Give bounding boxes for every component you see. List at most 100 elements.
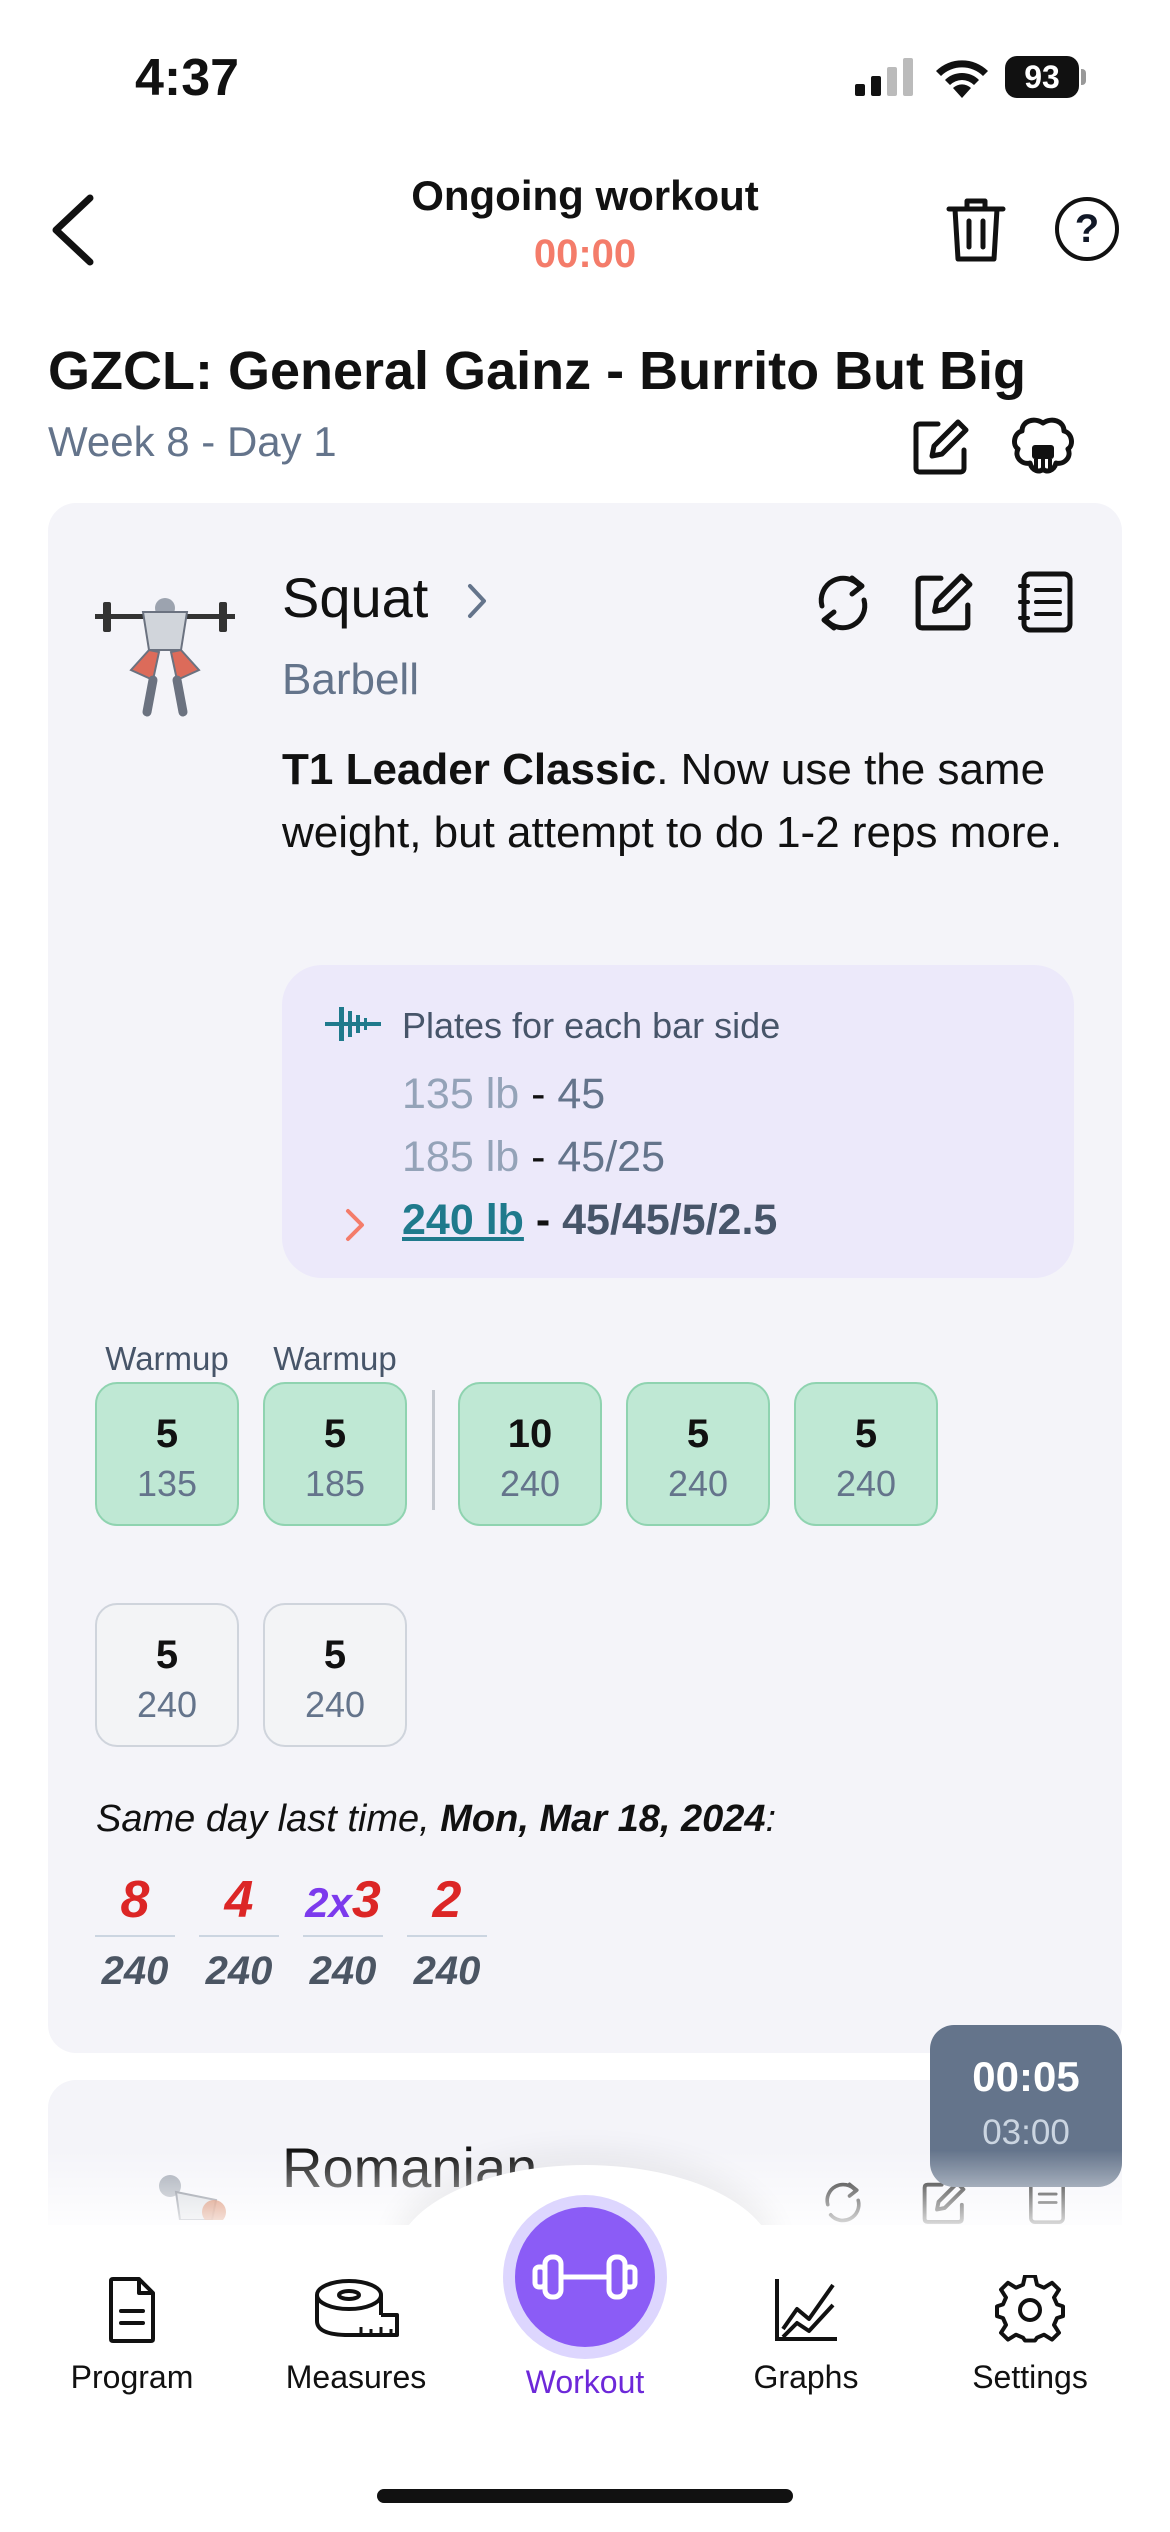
barbell-plates-icon [325, 1007, 381, 1041]
exercise-name[interactable]: Squat [282, 565, 428, 630]
history-reps: 2 [407, 1865, 487, 1935]
plate-weight-link[interactable]: 240 lb [402, 1196, 524, 1244]
plates-title: Plates for each bar side [402, 1005, 781, 1046]
set-reps: 5 [155, 1633, 179, 1677]
warmup-divider [432, 1390, 435, 1510]
squat-thumbnail [95, 598, 235, 717]
history-reps-value: 8 [120, 1871, 150, 1929]
gear-icon [995, 2275, 1065, 2343]
history-divider [95, 1935, 175, 1937]
history-reps-value: 4 [224, 1871, 254, 1929]
history-set: 4 240 [199, 1865, 279, 1994]
trash-icon[interactable] [945, 195, 1007, 265]
history-divider [303, 1935, 383, 1937]
plate-combo: 45/45/5/2.5 [562, 1196, 778, 1244]
brain-icon[interactable] [1010, 415, 1076, 481]
line-chart-icon [775, 2279, 837, 2341]
dumbbell-icon [532, 2254, 638, 2300]
set-button-1[interactable]: 10 240 [458, 1382, 602, 1526]
set-reps: 5 [854, 1412, 878, 1456]
history-reps: 2x3 [303, 1865, 383, 1935]
exercise-description: T1 Leader Classic. Now use the same weig… [282, 738, 1082, 864]
status-bar: 4:37 93 [0, 0, 1170, 150]
swap-exercise-icon[interactable] [812, 572, 874, 634]
set-weight: 185 [304, 1463, 366, 1504]
history-reps-value: 2 [432, 1871, 462, 1929]
program-title: GZCL: General Gainz - Burrito But Big [48, 341, 1027, 401]
notes-icon[interactable] [1018, 570, 1076, 634]
help-button[interactable]: ? [1055, 197, 1119, 261]
last-time-prefix: Same day last time, [96, 1798, 441, 1840]
status-time: 4:37 [135, 49, 240, 107]
nav-graphs-label: Graphs [753, 2359, 859, 2395]
plate-combo: 45/25 [557, 1133, 665, 1181]
history-reps: 8 [95, 1865, 175, 1935]
history-set: 2x3 240 [303, 1865, 383, 1994]
history-weight: 240 [413, 1949, 481, 1993]
plate-row: 135 lb - 45 [402, 1070, 605, 1119]
warmup-label: Warmup [105, 1340, 229, 1377]
exercise-equipment: Barbell [282, 655, 419, 704]
nav-workout-label: Workout [525, 2364, 645, 2400]
set-reps: 5 [323, 1412, 347, 1456]
tape-measure-icon [315, 2279, 399, 2337]
history-divider [199, 1935, 279, 1937]
history-multiplier: 2x [305, 1879, 352, 1926]
nav-program[interactable]: Program [32, 2275, 232, 2396]
history-set: 2 240 [407, 1865, 487, 1994]
set-button-4[interactable]: 5 240 [95, 1603, 239, 1747]
battery-tip [1081, 69, 1086, 85]
edit-exercise-icon[interactable] [914, 572, 974, 632]
set-button-warmup-1[interactable]: 5 135 [95, 1382, 239, 1526]
set-reps: 10 [507, 1412, 553, 1456]
signal-icon [855, 58, 913, 96]
wifi-icon [936, 60, 988, 98]
plate-separator: - [519, 1133, 558, 1181]
home-indicator [377, 2489, 793, 2503]
document-icon [109, 2277, 155, 2343]
history-divider [407, 1935, 487, 1937]
nav-settings[interactable]: Settings [930, 2275, 1130, 2396]
set-weight: 240 [136, 1684, 198, 1725]
plate-combo: 45 [557, 1070, 606, 1118]
plate-weight: 135 lb [402, 1070, 520, 1118]
set-button-2[interactable]: 5 240 [626, 1382, 770, 1526]
nav-measures[interactable]: Measures [256, 2275, 456, 2396]
plate-weight: 185 lb [402, 1133, 520, 1181]
plate-separator: - [523, 1196, 563, 1244]
battery-level: 93 [1005, 56, 1079, 98]
set-reps: 5 [323, 1633, 347, 1677]
set-weight: 240 [667, 1463, 729, 1504]
nav-program-label: Program [70, 2359, 194, 2395]
history-weight: 240 [309, 1949, 377, 1993]
set-button-3[interactable]: 5 240 [794, 1382, 938, 1526]
nav-graphs[interactable]: Graphs [706, 2275, 906, 2396]
set-button-5[interactable]: 5 240 [263, 1603, 407, 1747]
history-set: 8 240 [95, 1865, 175, 1994]
set-button-warmup-2[interactable]: 5 185 [263, 1382, 407, 1526]
nav-measures-label: Measures [285, 2359, 427, 2395]
battery-icon: 93 [1005, 56, 1087, 98]
plate-row: 185 lb - 45/25 [402, 1133, 665, 1182]
program-day: Week 8 - Day 1 [48, 418, 337, 465]
nav-settings-label: Settings [972, 2359, 1088, 2395]
history-weight: 240 [101, 1949, 169, 1993]
history-weight: 240 [205, 1949, 273, 1993]
set-weight: 240 [304, 1684, 366, 1725]
edit-icon[interactable] [912, 418, 970, 476]
rest-timer-elapsed: 00:05 [972, 2053, 1080, 2100]
set-weight: 240 [835, 1463, 897, 1504]
set-weight: 240 [499, 1463, 561, 1504]
set-reps: 5 [686, 1412, 710, 1456]
chevron-right-icon[interactable] [462, 580, 492, 622]
set-weight: 135 [136, 1463, 198, 1504]
history-reps: 4 [199, 1865, 279, 1935]
nav-workout[interactable] [515, 2207, 655, 2347]
last-time-suffix: : [765, 1798, 777, 1840]
last-time-label: Same day last time, Mon, Mar 18, 2024: [96, 1798, 776, 1841]
set-reps: 5 [155, 1412, 179, 1456]
history-reps-value: 3 [351, 1871, 381, 1929]
description-title: T1 Leader Classic [282, 745, 657, 794]
current-plate-arrow-icon [346, 1209, 364, 1241]
plate-row-current[interactable]: 240 lb - 45/45/5/2.5 [402, 1196, 777, 1245]
